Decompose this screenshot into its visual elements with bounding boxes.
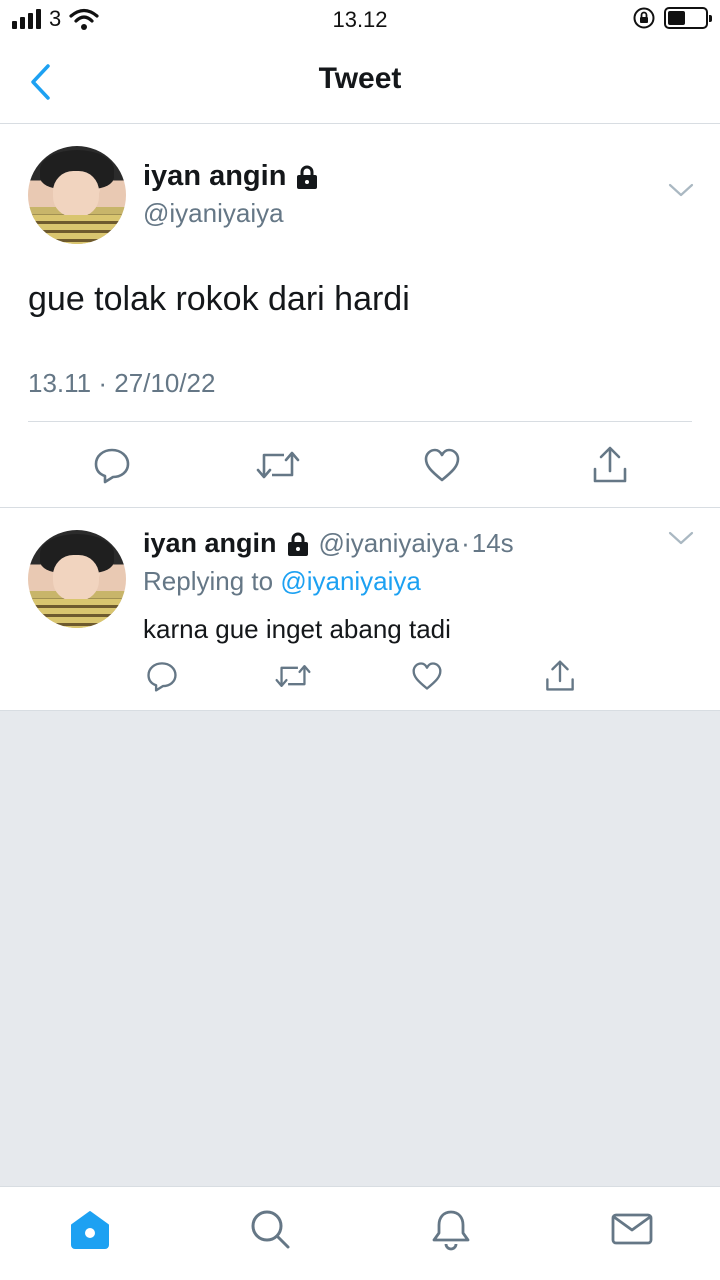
like-button[interactable]: [409, 658, 445, 694]
retweet-button[interactable]: [274, 658, 312, 694]
home-icon: [71, 1211, 109, 1249]
tab-messages[interactable]: [610, 1207, 654, 1251]
retweet-icon: [256, 451, 300, 479]
tab-search[interactable]: [248, 1207, 292, 1251]
main-tweet: iyan angin @iyaniyaiya gue tolak rokok d…: [0, 124, 720, 508]
reply-button[interactable]: [90, 442, 134, 488]
retweet-button[interactable]: [255, 442, 301, 488]
share-icon: [593, 446, 627, 483]
display-name: iyan angin: [143, 160, 287, 192]
tweet-text: gue tolak rokok dari hardi: [28, 280, 410, 318]
clock: 13.12: [332, 7, 388, 32]
tweet-options-button[interactable]: [668, 182, 694, 203]
author-handle[interactable]: @iyaniyaiya: [143, 198, 284, 229]
share-button[interactable]: [542, 658, 578, 694]
tab-home[interactable]: [68, 1207, 112, 1251]
replying-to-link[interactable]: @iyaniyaiya: [280, 566, 421, 596]
reply-time: 14s: [471, 528, 514, 558]
like-icon: [412, 662, 442, 690]
nav-bar: Tweet: [0, 40, 720, 124]
tweet-timestamp: 13.11 · 27/10/22: [28, 368, 216, 398]
empty-area: [0, 711, 720, 1186]
retweet-icon: [275, 665, 311, 687]
replying-to: Replying to @iyaniyaiya: [143, 566, 421, 597]
tweet-actions: [0, 442, 720, 488]
reply-icon: [147, 662, 177, 692]
divider: [28, 421, 692, 422]
battery-icon: [664, 7, 712, 29]
reply-button[interactable]: [144, 658, 180, 694]
reply-icon: [94, 448, 130, 484]
like-button[interactable]: [420, 442, 464, 488]
tab-notifications[interactable]: [429, 1207, 473, 1251]
search-icon: [251, 1210, 290, 1249]
author-name[interactable]: iyan angin: [143, 160, 320, 193]
author-handle[interactable]: @iyaniyaiya: [319, 528, 460, 559]
reply-header: iyan angin @iyaniyaiya · 14s: [143, 528, 514, 559]
like-icon: [424, 448, 460, 482]
page-title: Tweet: [318, 62, 402, 95]
reply-text: karna gue inget abang tadi: [143, 614, 451, 644]
share-button[interactable]: [588, 442, 632, 488]
reply-actions: [0, 658, 720, 698]
status-right: [632, 6, 712, 30]
tweet-options-button[interactable]: [668, 530, 694, 551]
lock-icon: [287, 532, 308, 556]
tab-bar: [0, 1186, 720, 1280]
avatar[interactable]: [28, 146, 126, 244]
rotation-lock-icon: [633, 7, 655, 29]
notifications-icon: [432, 1210, 470, 1251]
display-name[interactable]: iyan angin: [143, 528, 277, 559]
messages-icon: [611, 1213, 653, 1245]
chevron-down-icon: [668, 531, 694, 545]
status-bar: 3 13.12: [0, 0, 720, 40]
avatar[interactable]: [28, 530, 126, 628]
replying-prefix: Replying to: [143, 566, 281, 596]
lock-icon: [297, 165, 318, 189]
share-icon: [546, 660, 574, 691]
chevron-down-icon: [668, 183, 694, 197]
reply-tweet[interactable]: iyan angin @iyaniyaiya · 14s Replying to…: [0, 508, 720, 711]
separator-dot: ·: [461, 528, 470, 558]
